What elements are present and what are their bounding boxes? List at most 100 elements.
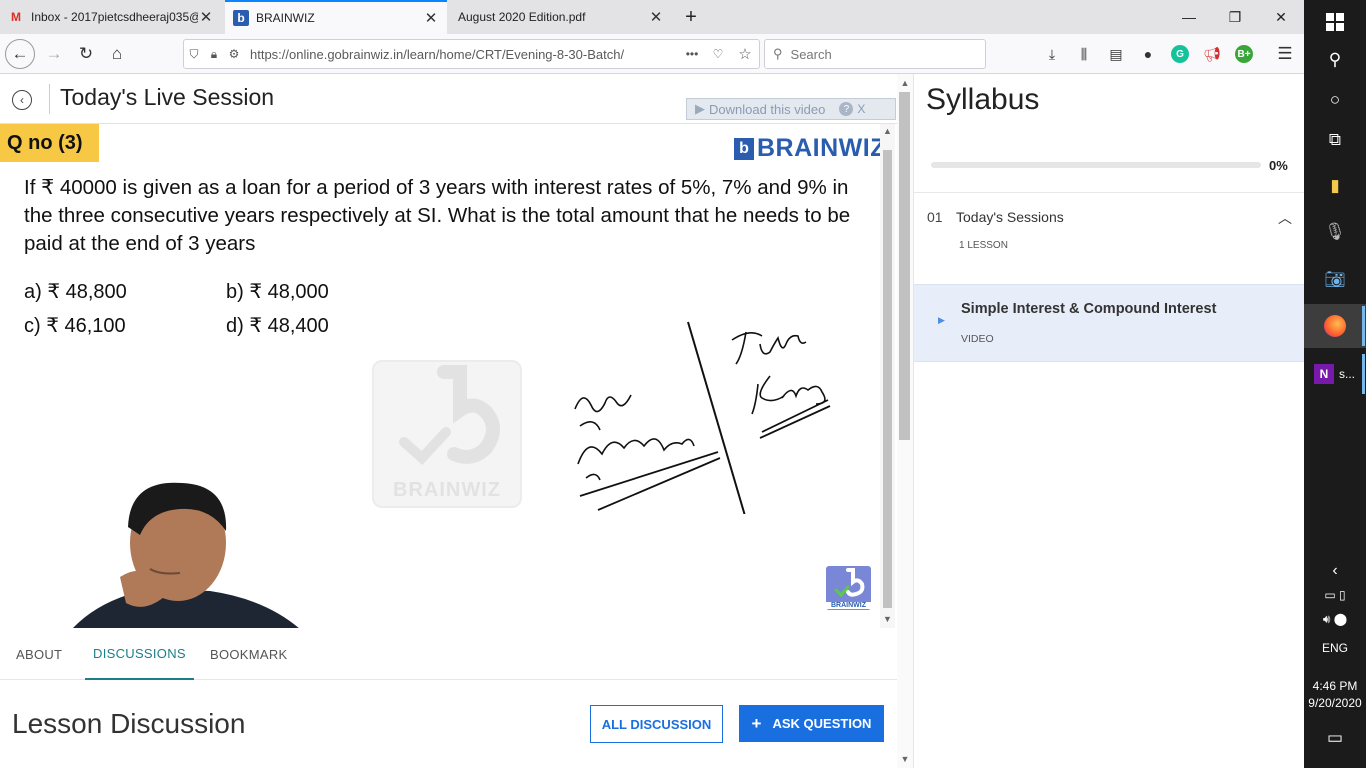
option-b: b) ₹ 48,000 xyxy=(226,281,329,303)
brand-initial: b xyxy=(734,137,754,160)
forward-button[interactable]: → xyxy=(40,40,68,68)
shield-icon[interactable]: ⛉ xyxy=(184,47,204,62)
close-icon[interactable]: ✕ xyxy=(423,9,439,27)
tab-about[interactable]: ABOUT xyxy=(16,628,62,680)
home-button[interactable]: ⌂ xyxy=(103,40,131,68)
language-indicator[interactable]: ENG xyxy=(1304,641,1366,655)
ask-question-label: ASK QUESTION xyxy=(772,716,872,731)
brainwiz-icon: b xyxy=(233,10,249,26)
account-icon[interactable]: ● xyxy=(1137,44,1159,64)
task-view-icon[interactable]: ⧉ xyxy=(1304,118,1366,162)
reload-button[interactable]: ↻ xyxy=(72,40,100,68)
video-scrollbar[interactable]: ▲ ▼ xyxy=(880,124,895,628)
recorder-icon[interactable]: 🎙︎ xyxy=(1304,210,1366,254)
windows-logo-icon xyxy=(1326,13,1344,31)
search-icon: ⚲ xyxy=(773,46,783,61)
section-number: 01 xyxy=(927,209,943,225)
search-input[interactable]: ⚲ Search xyxy=(764,39,986,69)
syllabus-title: Syllabus xyxy=(926,83,1040,116)
restore-button[interactable]: ❐ xyxy=(1212,0,1258,34)
new-tab-button[interactable]: + xyxy=(668,0,714,34)
page-title: Today's Live Session xyxy=(60,84,275,110)
open-indicator xyxy=(1362,354,1365,394)
page-scrollbar[interactable]: ▲ ▼ xyxy=(897,74,913,768)
tab-bookmark[interactable]: BOOKMARK xyxy=(210,628,288,680)
tab-inbox[interactable]: M Inbox - 2017pietcsdheeraj035@ ✕ xyxy=(0,0,222,34)
brainwiz-logo: b BRAINWIZ xyxy=(734,134,880,163)
cortana-icon[interactable]: ○ xyxy=(1304,78,1366,122)
tab-discussions[interactable]: DISCUSSIONS xyxy=(85,628,194,680)
onenote-icon[interactable]: N s... xyxy=(1304,352,1366,396)
pocket-icon[interactable]: ♡ xyxy=(705,47,731,61)
lock-icon[interactable]: 🔒︎ xyxy=(204,47,224,62)
megaphone-icon[interactable]: 📢︎ xyxy=(1201,44,1223,64)
sidebar-icon[interactable]: ▤ xyxy=(1105,44,1127,64)
network-icon[interactable]: ▭ ▯ xyxy=(1304,588,1366,602)
url-text[interactable]: https://online.gobrainwiz.in/learn/home/… xyxy=(250,47,679,62)
lesson-tabs: ABOUT DISCUSSIONS BOOKMARK xyxy=(0,628,897,680)
tab-title: BRAINWIZ xyxy=(256,11,315,25)
bookmark-star-icon[interactable]: ☆ xyxy=(731,45,759,63)
menu-icon[interactable]: ☰ xyxy=(1274,44,1296,64)
search-icon[interactable]: ⚲ xyxy=(1304,38,1366,82)
clock-date[interactable]: 9/20/2020 xyxy=(1304,696,1366,710)
back-button[interactable]: ← xyxy=(5,39,35,69)
address-bar[interactable]: ⛉ 🔒︎ ⚙ https://online.gobrainwiz.in/lear… xyxy=(183,39,760,69)
scroll-down-icon[interactable]: ▼ xyxy=(880,614,895,624)
permissions-icon[interactable]: ⚙ xyxy=(224,47,244,61)
chevron-left-icon[interactable]: ‹ xyxy=(1304,562,1366,580)
chevron-up-icon[interactable]: ︿ xyxy=(1278,208,1292,228)
discussion-heading: Lesson Discussion xyxy=(12,708,246,739)
browser-tab-bar: M Inbox - 2017pietcsdheeraj035@ ✕ b BRAI… xyxy=(0,0,1304,34)
video-player[interactable]: Q no (3) b BRAINWIZ If ₹ 40000 is given … xyxy=(0,124,880,628)
download-icon[interactable]: ⤓ xyxy=(1041,44,1063,64)
header-divider xyxy=(49,84,50,114)
scroll-down-icon[interactable]: ▼ xyxy=(897,754,913,764)
lesson-title[interactable]: Simple Interest & Compound Interest xyxy=(961,301,1216,317)
play-icon: ▶ xyxy=(938,315,945,325)
page-actions-icon[interactable]: ••• xyxy=(679,47,705,61)
corner-logo-text: BRAINWIZ xyxy=(826,602,871,609)
tab-brainwiz[interactable]: b BRAINWIZ ✕ xyxy=(225,0,447,34)
clock-time[interactable]: 4:46 PM xyxy=(1304,679,1366,693)
section-title[interactable]: Today's Sessions xyxy=(956,209,1064,225)
option-a: a) ₹ 48,800 xyxy=(24,281,127,303)
scroll-thumb[interactable] xyxy=(899,92,910,440)
back-circle-icon[interactable]: ‹ xyxy=(12,90,32,110)
option-d: d) ₹ 48,400 xyxy=(226,315,329,337)
divider xyxy=(914,192,1305,193)
grammarly-label: G xyxy=(1171,45,1189,63)
download-label[interactable]: Download this video xyxy=(709,102,825,117)
camera-icon[interactable]: 📷︎ xyxy=(1304,258,1366,302)
windows-taskbar: ⚲ ○ ⧉ ▮ 🎙︎ 📷︎ N s... ‹ ▭ ▯ 🔊︎ ⬤ ENG 4:46… xyxy=(1304,0,1366,768)
firefox-icon[interactable] xyxy=(1304,304,1366,348)
download-video-bar[interactable]: ▶ Download this video ? X xyxy=(686,98,896,120)
scroll-up-icon[interactable]: ▲ xyxy=(897,78,913,88)
tab-title: Inbox - 2017pietcsdheeraj035@ xyxy=(31,10,198,24)
help-icon[interactable]: ? xyxy=(839,102,854,116)
b-plus-icon[interactable]: B+ xyxy=(1233,44,1255,64)
lesson-item[interactable]: ▶ Simple Interest & Compound Interest VI… xyxy=(914,284,1305,362)
scroll-thumb[interactable] xyxy=(883,150,892,608)
close-icon[interactable]: X xyxy=(857,102,865,116)
progress-bar xyxy=(931,162,1261,168)
bplus-label: B+ xyxy=(1235,45,1253,63)
corner-b-icon xyxy=(834,568,865,598)
notification-icon[interactable]: ▭ xyxy=(1304,728,1366,748)
library-icon[interactable]: ⫼ xyxy=(1073,44,1095,64)
scroll-up-icon[interactable]: ▲ xyxy=(880,126,895,136)
handwritten-annotation xyxy=(574,321,831,514)
tab-pdf[interactable]: August 2020 Edition.pdf ✕ xyxy=(450,0,672,34)
brainwiz-corner-logo: BRAINWIZ xyxy=(826,566,871,610)
volume-icon[interactable]: 🔊︎ ⬤ xyxy=(1304,612,1366,627)
grammarly-icon[interactable]: G xyxy=(1169,44,1191,64)
close-icon[interactable]: ✕ xyxy=(648,8,664,26)
close-window-button[interactable]: ✕ xyxy=(1258,0,1304,34)
file-explorer-icon[interactable]: ▮ xyxy=(1304,164,1366,208)
ask-question-button[interactable]: + ASK QUESTION xyxy=(739,705,884,742)
all-discussion-button[interactable]: ALL DISCUSSION xyxy=(590,705,723,743)
active-indicator xyxy=(1362,306,1365,346)
browser-nav-bar: ← → ↻ ⌂ ⛉ 🔒︎ ⚙ https://online.gobrainwiz… xyxy=(0,34,1304,74)
close-icon[interactable]: ✕ xyxy=(198,8,214,26)
minimize-button[interactable]: — xyxy=(1166,0,1212,34)
